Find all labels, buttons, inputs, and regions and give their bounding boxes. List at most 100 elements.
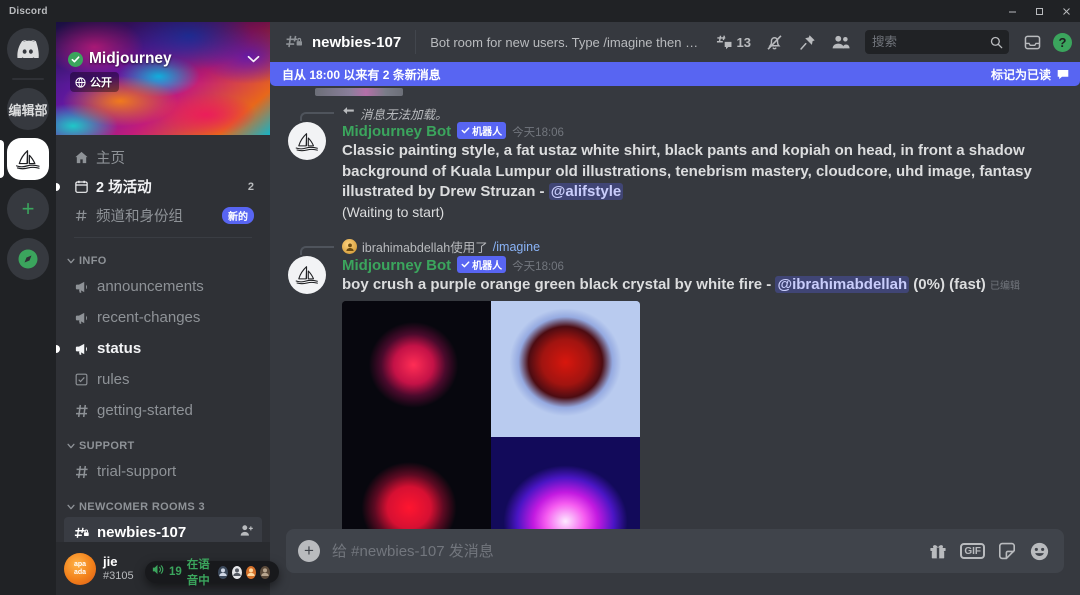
bell-off-icon[interactable] <box>762 30 787 54</box>
channel-label: announcements <box>97 278 204 295</box>
preview-tile-4[interactable] <box>491 437 640 529</box>
avatar-text: apa ada <box>73 561 87 576</box>
nav-item-events[interactable]: 2 场活动 2 <box>56 172 262 201</box>
message-composer[interactable]: + GIF <box>286 529 1064 573</box>
threads-icon[interactable]: 13 <box>712 30 754 54</box>
rail-item-bianjibu[interactable]: 编辑部 <box>7 88 49 130</box>
sticker-icon[interactable] <box>997 541 1017 561</box>
channel-getting-started[interactable]: getting-started <box>64 395 262 426</box>
message-item[interactable]: 消息无法加载。 Midjourney Bot 机器人 今天18:06 Class… <box>270 102 1080 224</box>
user-mention[interactable]: @ibrahimabdellah <box>775 275 910 293</box>
progress-text: (0%) (fast) <box>909 275 990 293</box>
hash-lock-icon <box>284 33 304 52</box>
channel-topic[interactable]: Bot room for new users. Type /imagine th… <box>430 35 703 50</box>
emoji-icon[interactable] <box>1029 541 1050 562</box>
invite-icon[interactable] <box>239 523 254 542</box>
image-grid[interactable] <box>342 301 640 529</box>
search-box[interactable] <box>865 30 1009 54</box>
channel-label: rules <box>97 371 130 388</box>
minimize-button[interactable] <box>999 0 1026 22</box>
inbox-icon[interactable] <box>1020 30 1045 54</box>
unread-indicator <box>56 344 60 353</box>
channel-recent-changes[interactable]: recent-changes <box>64 302 262 333</box>
scrolled-image-remnant <box>315 88 403 96</box>
command-name[interactable]: /imagine <box>493 240 540 254</box>
rail-item-discord-home[interactable] <box>7 28 49 70</box>
close-button[interactable] <box>1053 0 1080 22</box>
server-banner[interactable]: Midjourney 公开 <box>56 22 270 135</box>
nav-item-channels-roles[interactable]: 频道和身份组 新的 <box>64 201 262 230</box>
user-mention[interactable]: @alifstyle <box>548 183 624 201</box>
new-messages-banner[interactable]: 自从 18:00 以来有 2 条新消息 标记为已读 <box>270 62 1080 86</box>
message-body: 消息无法加载。 Midjourney Bot 机器人 今天18:06 Class… <box>300 104 1064 222</box>
reply-unavailable-text: 消息无法加载。 <box>360 107 448 122</box>
avatar[interactable] <box>288 255 326 294</box>
category-support[interactable]: SUPPORT <box>64 426 262 456</box>
threads-count: 13 <box>736 34 751 50</box>
members-icon[interactable] <box>828 30 854 54</box>
preview-tile-1[interactable] <box>342 301 491 438</box>
add-attachment-icon[interactable]: + <box>298 540 320 562</box>
category-newcomer-rooms[interactable]: NEWCOMER ROOMS 3 <box>64 487 262 517</box>
channel-newbies-107[interactable]: newbies-107 <box>64 517 262 542</box>
rail-item-label: 编辑部 <box>8 102 48 118</box>
rail-item-midjourney[interactable] <box>7 138 49 180</box>
avatar[interactable]: apa ada <box>64 552 96 585</box>
hash-icon <box>72 403 91 419</box>
preview-tile-2[interactable] <box>491 301 640 438</box>
message-author[interactable]: Midjourney Bot <box>342 123 451 140</box>
pin-icon[interactable] <box>795 30 820 54</box>
command-reference[interactable]: ibrahimabdellah使用了 /imagine <box>300 238 1064 256</box>
search-input[interactable] <box>872 35 986 49</box>
voice-count: 19 <box>169 566 182 578</box>
reply-arrow-icon <box>342 106 355 120</box>
channel-trial-support[interactable]: trial-support <box>64 456 262 487</box>
calendar-icon <box>72 179 90 194</box>
message-list[interactable]: 消息无法加载。 Midjourney Bot 机器人 今天18:06 Class… <box>270 86 1080 529</box>
bot-badge: 机器人 <box>457 255 507 273</box>
header-divider <box>415 30 417 54</box>
channel-rules[interactable]: rules <box>64 364 262 395</box>
server-header-row[interactable]: Midjourney <box>68 50 260 68</box>
rail-item-add-server[interactable]: + <box>7 188 49 230</box>
channel-list: INFO announcements recent-changes status… <box>56 241 270 542</box>
verified-check-icon <box>461 127 470 134</box>
message-content: Classic painting style, a fat ustaz whit… <box>342 140 1064 222</box>
mark-as-read-label: 标记为已读 <box>990 67 1051 82</box>
mark-as-read-button[interactable]: 标记为已读 <box>991 66 1070 83</box>
avatar[interactable] <box>288 122 326 160</box>
voice-avatar <box>217 564 230 580</box>
channel-announcements[interactable]: announcements <box>64 271 262 302</box>
rail-divider <box>12 78 44 80</box>
public-badge: 公开 <box>70 72 119 92</box>
category-label: SUPPORT <box>79 440 135 452</box>
verified-check-icon <box>68 51 83 67</box>
voice-activity-pill[interactable]: 19 在语音中 <box>145 559 280 587</box>
message-status-text: (Waiting to start) <box>342 203 445 220</box>
sidebar-divider <box>74 237 252 238</box>
channel-title: newbies-107 <box>312 33 402 51</box>
maximize-button[interactable] <box>1026 0 1053 22</box>
edited-badge: 已编辑 <box>989 280 1020 292</box>
events-count: 2 <box>247 180 254 193</box>
hash-icon <box>72 464 91 480</box>
message-input[interactable] <box>332 542 917 560</box>
gift-icon[interactable] <box>928 541 948 561</box>
nav-item-home[interactable]: 主页 <box>64 143 262 172</box>
rail-item-explore[interactable] <box>7 238 49 280</box>
window-titlebar: Discord <box>0 0 1080 22</box>
chevron-down-icon[interactable] <box>241 52 260 66</box>
preview-tile-3[interactable] <box>342 437 491 529</box>
search-icon <box>990 36 1003 48</box>
help-icon[interactable]: ? <box>1053 32 1072 52</box>
category-info[interactable]: INFO <box>64 241 262 271</box>
reply-reference[interactable]: 消息无法加载。 <box>300 104 1064 122</box>
gif-icon[interactable]: GIF <box>960 543 985 559</box>
channel-status[interactable]: status <box>56 333 262 364</box>
message-author[interactable]: Midjourney Bot <box>342 257 451 274</box>
compass-icon <box>18 249 38 269</box>
new-messages-text: 自从 18:00 以来有 2 条新消息 <box>282 67 441 82</box>
active-server-pill <box>0 140 4 178</box>
message-item[interactable]: ibrahimabdellah使用了 /imagine Midjourney B… <box>270 236 1080 529</box>
unread-indicator <box>56 182 60 191</box>
